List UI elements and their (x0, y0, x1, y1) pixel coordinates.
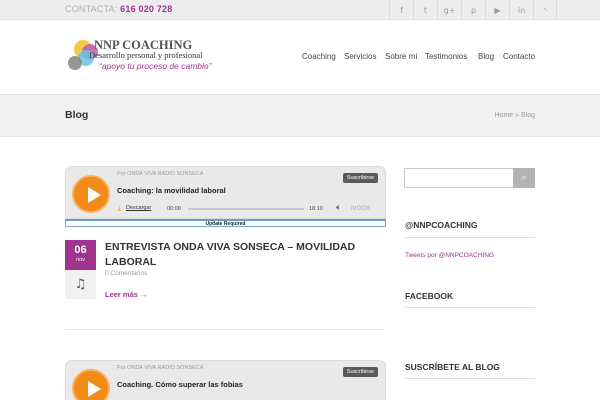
tweets-link[interactable]: Tweets por @NNPCOACHING (405, 252, 494, 259)
rss-icon[interactable]: ◝ (533, 0, 557, 20)
twitter-icon[interactable]: t (413, 0, 437, 20)
download-link[interactable]: Descargar (126, 205, 151, 211)
player-author: Por ONDA VIVA RADIO SONSECA (117, 365, 204, 371)
breadcrumb[interactable]: Home » Blog (495, 112, 535, 119)
site-logo[interactable]: NNP COACHING Desarrollo personal y profe… (66, 38, 216, 78)
post-title[interactable]: ENTREVISTA ONDA VIVA SONSECA – MOVILIDAD… (105, 240, 375, 270)
time-total: 18:10 (309, 206, 323, 212)
player-title[interactable]: Coaching. Cómo superar las fobias (117, 380, 243, 389)
audio-player: Por ONDA VIVA RADIO SONSECA Coaching: la… (65, 166, 386, 219)
player-author: Por ONDA VIVA RADIO SONSECA (117, 171, 204, 177)
facebook-icon[interactable]: f (389, 0, 413, 20)
search-icon[interactable]: ⌕ (513, 168, 535, 188)
widget-title-subscribe: SUSCRÍBETE AL BLOG (405, 362, 500, 372)
subscribe-button[interactable]: Suscribirse (342, 367, 378, 377)
page-title: Blog (65, 109, 89, 121)
audio-player: Por ONDA VIVA RADIO SONSECA Coaching. Có… (65, 360, 386, 400)
contact-info: CONTACTA: 616 020 728 (65, 4, 172, 14)
contact-label: CONTACTA: (65, 4, 118, 14)
widget-title-twitter: @NNPCOACHING (405, 220, 478, 230)
widget-title-facebook: FACEBOOK (405, 291, 454, 301)
google-plus-icon[interactable]: g+ (437, 0, 461, 20)
ivoox-brand[interactable]: iVOOX (351, 206, 370, 212)
widget-divider (405, 237, 535, 238)
read-more-link[interactable]: Leer más → (105, 290, 148, 299)
page-title-bar: Blog Home » Blog (0, 94, 600, 137)
time-current: 00:00 (167, 206, 181, 212)
search-input[interactable]: ⌕ (404, 168, 535, 188)
post-divider (65, 329, 385, 330)
site-header: NNP COACHING Desarrollo personal y profe… (0, 21, 600, 94)
nav-item-blog[interactable]: Blog (478, 52, 494, 61)
post-day: 06 (74, 244, 87, 256)
volume-icon[interactable]: 🔈︎ (336, 203, 341, 213)
post-month: nov (76, 257, 85, 263)
post-date: 06 nov (65, 240, 96, 270)
youtube-icon[interactable]: ▶ (485, 0, 509, 20)
social-links: f t g+ p ▶ in ◝ (389, 0, 557, 20)
phone-number[interactable]: 616 020 728 (120, 4, 172, 14)
linkedin-icon[interactable]: in (509, 0, 533, 20)
nav-item-sobre-mi[interactable]: Sobre mí (385, 52, 417, 61)
download-icon: ⤓ (118, 204, 122, 212)
music-note-icon: ♫ (65, 270, 96, 299)
nav-item-testimonios[interactable]: Testimonios (425, 52, 467, 61)
nav-item-contacto[interactable]: Contacto (503, 52, 535, 61)
post-comments[interactable]: 0 Comentarios (105, 270, 147, 277)
progress-bar[interactable] (188, 208, 304, 210)
player-title[interactable]: Coaching: la movilidad laboral (117, 186, 226, 195)
subscribe-button[interactable]: Suscribirse (342, 173, 378, 183)
nav-item-coaching[interactable]: Coaching (302, 52, 336, 61)
logo-subtitle: Desarrollo personal y profesional (89, 50, 203, 60)
widget-divider (405, 378, 535, 379)
top-bar: CONTACTA: 616 020 728 f t g+ p ▶ in ◝ (0, 0, 600, 20)
nav-item-servicios[interactable]: Servicios (344, 52, 376, 61)
play-button[interactable] (72, 369, 110, 400)
widget-divider (405, 307, 535, 308)
play-button[interactable] (72, 175, 110, 213)
pinterest-icon[interactable]: p (461, 0, 485, 20)
update-notice: Update Required (65, 219, 386, 227)
logo-tagline: “apoyo tu proceso de cambio” (99, 61, 212, 71)
